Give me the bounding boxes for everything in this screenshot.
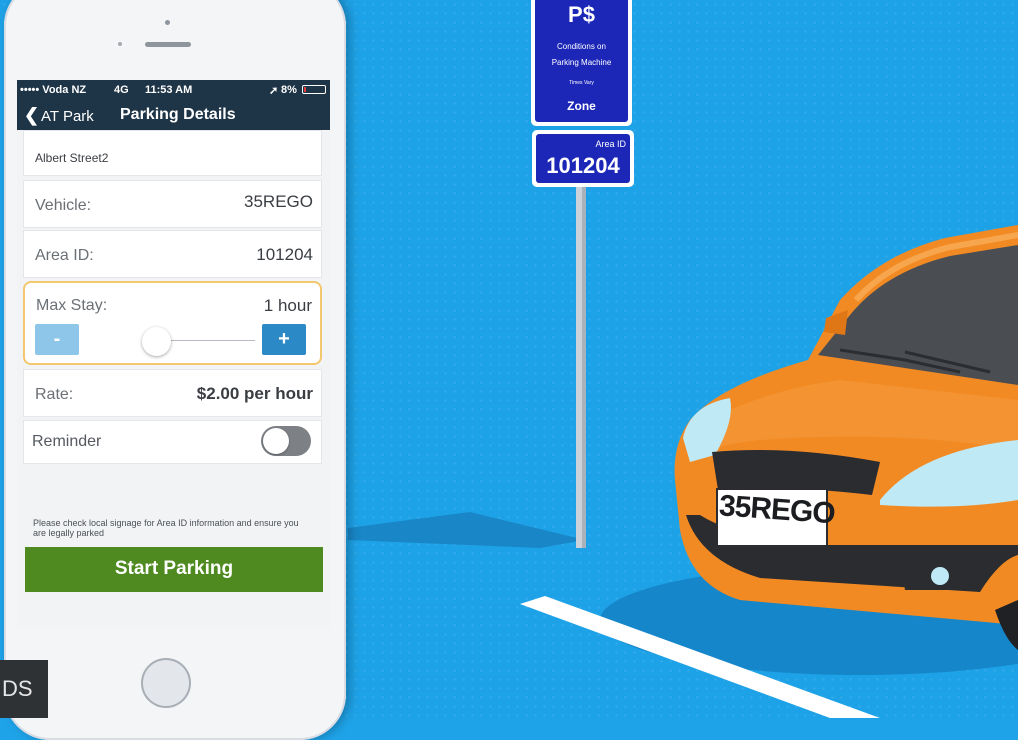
clock-label: 11:53 AM: [145, 84, 193, 96]
max-stay-slider-thumb[interactable]: [142, 327, 171, 356]
reminder-toggle-knob: [263, 428, 289, 454]
max-stay-label: Max Stay:: [36, 297, 108, 314]
earpiece-speaker: [145, 42, 191, 47]
vehicle-label: Vehicle:: [35, 197, 92, 214]
sign-line-1: Conditions on: [557, 42, 606, 51]
rate-label: Rate:: [35, 386, 74, 403]
status-bar: ••••• Voda NZ 4G 11:53 AM ➚ 8%: [17, 80, 330, 100]
vehicle-row[interactable]: Vehicle: 35REGO: [23, 180, 322, 228]
sign-symbol: P$: [568, 2, 595, 27]
carrier-label: ••••• Voda NZ: [20, 84, 87, 96]
area-id-label: Area ID:: [35, 247, 94, 264]
max-stay-row: Max Stay: 1 hour - +: [23, 281, 322, 365]
location-row[interactable]: Albert Street2: [23, 130, 322, 176]
network-label: 4G: [114, 84, 129, 96]
sign-line-3: Times Vary: [569, 80, 594, 86]
signage-notice: Please check local signage for Area ID i…: [33, 518, 299, 538]
area-id-row[interactable]: Area ID: 101204: [23, 230, 322, 278]
sign-shadow: [348, 512, 585, 548]
parking-details-form: Albert Street2 Vehicle: 35REGO Area ID: …: [17, 130, 330, 628]
app-screen: ••••• Voda NZ 4G 11:53 AM ➚ 8% ❮ AT Park…: [17, 80, 330, 628]
battery-icon: [302, 85, 326, 94]
front-camera: [165, 20, 170, 25]
reminder-row: Reminder: [23, 420, 322, 464]
rate-value: $2.00 per hour: [196, 384, 313, 403]
max-stay-value: 1 hour: [263, 296, 312, 315]
decrease-stay-button[interactable]: -: [35, 324, 79, 355]
area-id-value: 101204: [256, 245, 313, 264]
phone-device: ••••• Voda NZ 4G 11:53 AM ➚ 8% ❮ AT Park…: [4, 0, 346, 740]
navigation-bar: ❮ AT Park Parking Details: [17, 100, 330, 130]
page-title: Parking Details: [120, 106, 236, 123]
area-sign-label: Area ID: [595, 139, 626, 149]
orange-car: [674, 225, 1018, 650]
start-parking-button[interactable]: Start Parking: [25, 547, 323, 592]
reminder-label: Reminder: [32, 433, 102, 450]
rate-row: Rate: $2.00 per hour: [23, 369, 322, 417]
location-arrow-icon: ➚: [269, 85, 279, 97]
battery-percent: 8%: [281, 84, 297, 96]
back-button[interactable]: AT Park: [41, 108, 94, 125]
area-sign-value: 101204: [546, 153, 620, 178]
reminder-toggle[interactable]: [261, 426, 311, 456]
vehicle-value: 35REGO: [244, 192, 313, 211]
location-name: Albert Street2: [35, 151, 109, 165]
home-button[interactable]: [141, 658, 191, 708]
corner-badge: DS: [0, 660, 48, 718]
sign-line-4: Zone: [567, 99, 596, 113]
increase-stay-button[interactable]: +: [262, 324, 306, 355]
sign-line-2: Parking Machine: [551, 58, 612, 67]
chevron-left-icon[interactable]: ❮: [24, 106, 39, 124]
sensor-dot: [118, 42, 122, 46]
